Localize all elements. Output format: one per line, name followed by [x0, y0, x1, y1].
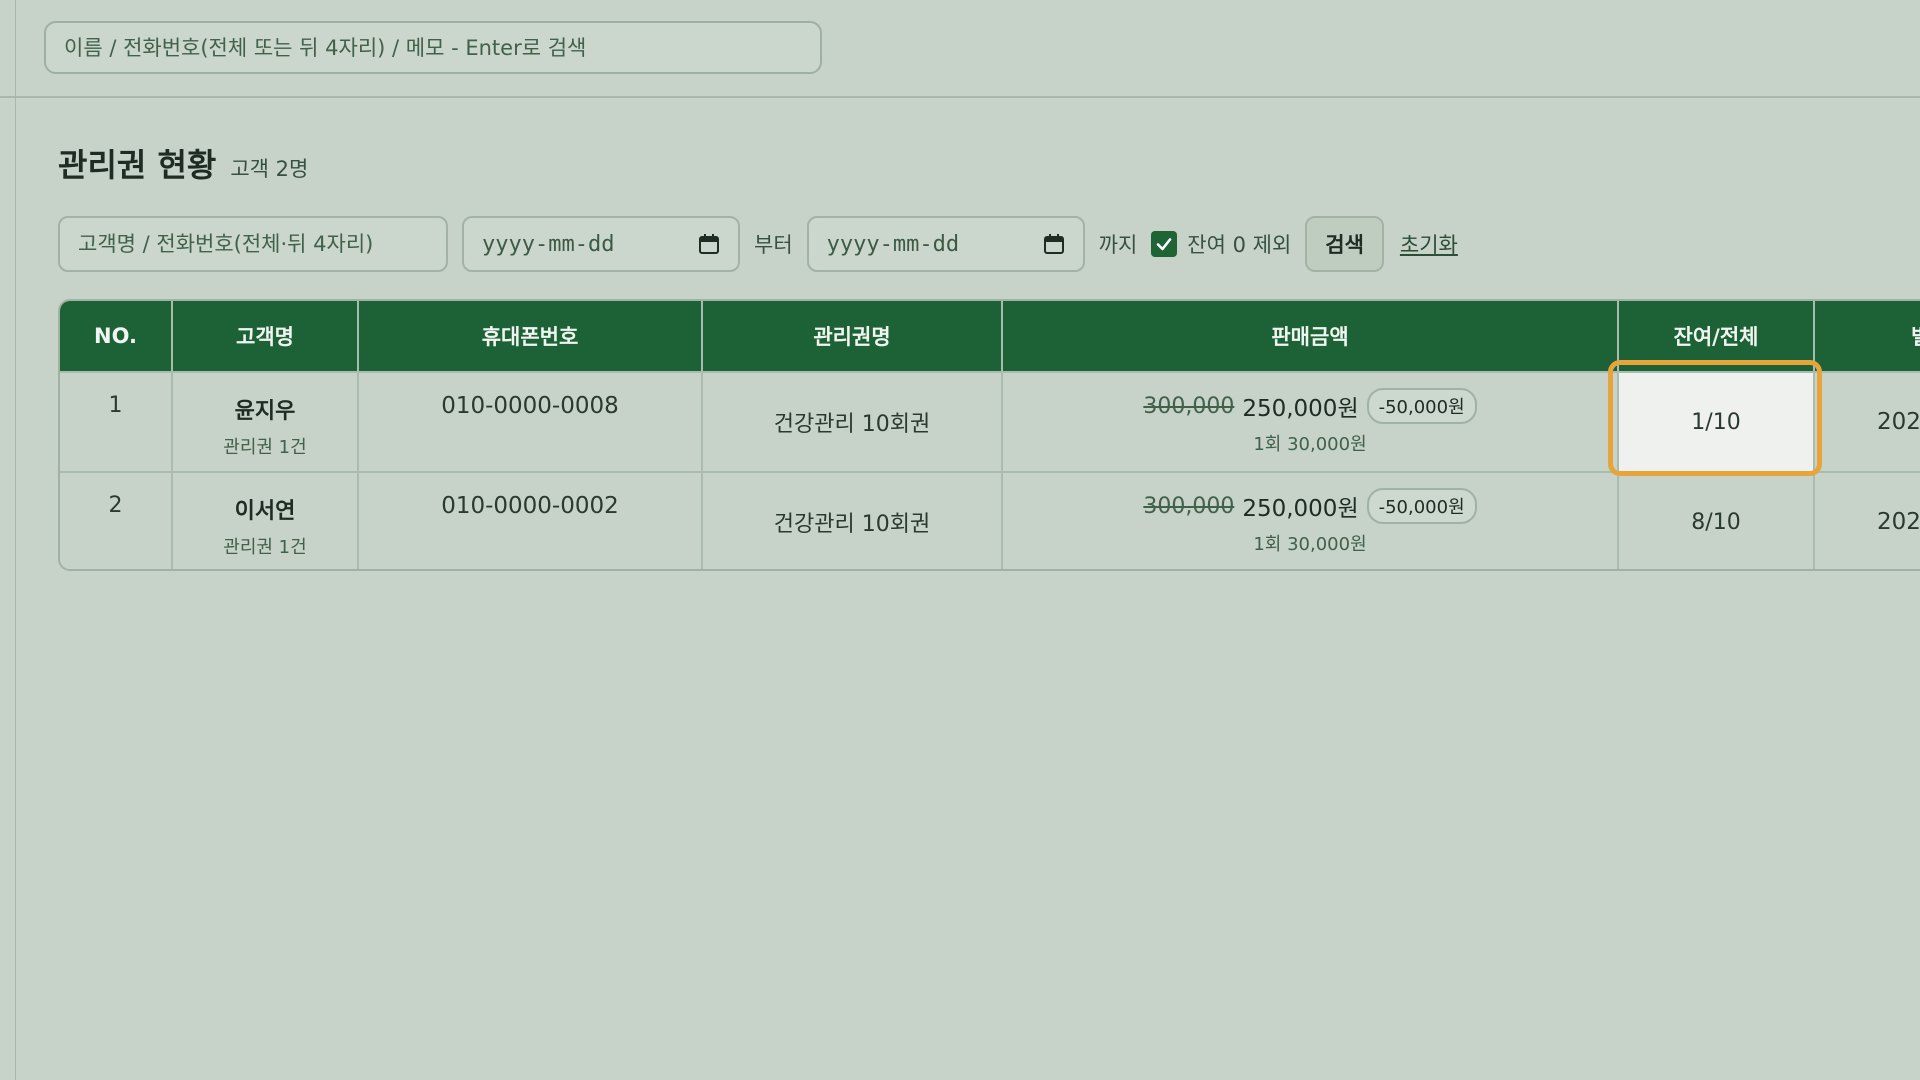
cell-no: 2	[60, 471, 173, 569]
header-ticket[interactable]: 관리권명	[702, 301, 1003, 372]
filter-bar: yyyy-mm-dd 부터 yyyy-mm-dd 까지 잔여 0 제외 검색 초…	[58, 216, 1458, 272]
search-button[interactable]: 검색	[1305, 216, 1384, 272]
discount-badge: -50,000원	[1366, 388, 1477, 424]
header-customer[interactable]: 고객명	[172, 301, 359, 372]
header-no[interactable]: NO.	[60, 301, 173, 372]
table-row[interactable]: 1 윤지우 관리권 1건 010-0000-0008 건강관리 10회권 300…	[60, 371, 1920, 472]
cell-remaining[interactable]: 1/10	[1618, 371, 1815, 472]
table-header-row: NO. 고객명 휴대폰번호 관리권명 판매금액 잔여/전체 별	[60, 301, 1920, 372]
date-to-placeholder: yyyy-mm-dd	[826, 231, 960, 257]
cell-customer[interactable]: 윤지우 관리권 1건	[172, 371, 359, 472]
date-from-placeholder: yyyy-mm-dd	[482, 231, 615, 257]
left-divider	[15, 0, 16, 1080]
header-date[interactable]: 별	[1814, 301, 1920, 372]
cell-date: 202	[1814, 471, 1920, 569]
phone-number: 010-0000-0008	[441, 393, 619, 419]
cell-price: 300,000 250,000원 -50,000원 1회 30,000원	[1002, 371, 1619, 472]
original-price: 300,000	[1143, 493, 1235, 519]
customer-filter-input[interactable]	[58, 216, 448, 272]
global-search-input[interactable]	[44, 21, 822, 74]
exclude-zero-checkbox[interactable]	[1151, 231, 1178, 257]
discount-badge: -50,000원	[1366, 488, 1477, 524]
table-row[interactable]: 2 이서연 관리권 1건 010-0000-0002 건강관리 10회권 300…	[60, 471, 1920, 569]
cell-no: 1	[60, 371, 173, 472]
checkmark-icon	[1156, 238, 1172, 251]
date-to-field[interactable]: yyyy-mm-dd	[806, 216, 1085, 272]
cell-remaining[interactable]: 8/10	[1618, 471, 1815, 569]
cell-date: 202	[1814, 371, 1920, 472]
phone-number: 010-0000-0002	[441, 493, 619, 519]
exclude-zero-toggle[interactable]: 잔여 0 제외	[1151, 229, 1291, 259]
final-price: 250,000원	[1242, 396, 1359, 422]
original-price: 300,000	[1143, 393, 1235, 419]
customer-count: 고객 2명	[230, 157, 309, 181]
cell-phone: 010-0000-0008	[358, 371, 703, 472]
customer-ticket-count: 관리권 1건	[223, 537, 307, 558]
header-remaining[interactable]: 잔여/전체	[1618, 301, 1815, 372]
header-price[interactable]: 판매금액	[1002, 301, 1619, 372]
tickets-table: NO. 고객명 휴대폰번호 관리권명 판매금액 잔여/전체 별 1 윤지우 관리…	[58, 299, 1920, 571]
per-session-price: 1회 30,000원	[1253, 534, 1367, 555]
title-row: 관리권 현황 고객 2명	[58, 140, 308, 186]
reset-link[interactable]: 초기화	[1400, 229, 1458, 259]
date-from-field[interactable]: yyyy-mm-dd	[462, 216, 740, 272]
cell-ticket: 건강관리 10회권	[702, 471, 1003, 569]
customer-name[interactable]: 이서연	[174, 493, 356, 525]
cell-customer[interactable]: 이서연 관리권 1건	[172, 471, 359, 569]
cell-phone: 010-0000-0002	[358, 471, 703, 569]
cell-price: 300,000 250,000원 -50,000원 1회 30,000원	[1002, 471, 1619, 569]
to-label: 까지	[1098, 233, 1138, 257]
page-title: 관리권 현황	[58, 146, 217, 184]
top-bar	[0, 0, 1920, 98]
calendar-icon[interactable]	[698, 233, 720, 255]
exclude-zero-label: 잔여 0 제외	[1187, 233, 1292, 257]
customer-ticket-count: 관리권 1건	[223, 437, 307, 458]
from-label: 부터	[754, 233, 793, 257]
per-session-price: 1회 30,000원	[1253, 434, 1367, 455]
cell-ticket: 건강관리 10회권	[702, 371, 1003, 472]
customer-name[interactable]: 윤지우	[174, 393, 356, 425]
calendar-icon[interactable]	[1043, 233, 1065, 255]
header-phone[interactable]: 휴대폰번호	[358, 301, 703, 372]
final-price: 250,000원	[1242, 496, 1359, 522]
